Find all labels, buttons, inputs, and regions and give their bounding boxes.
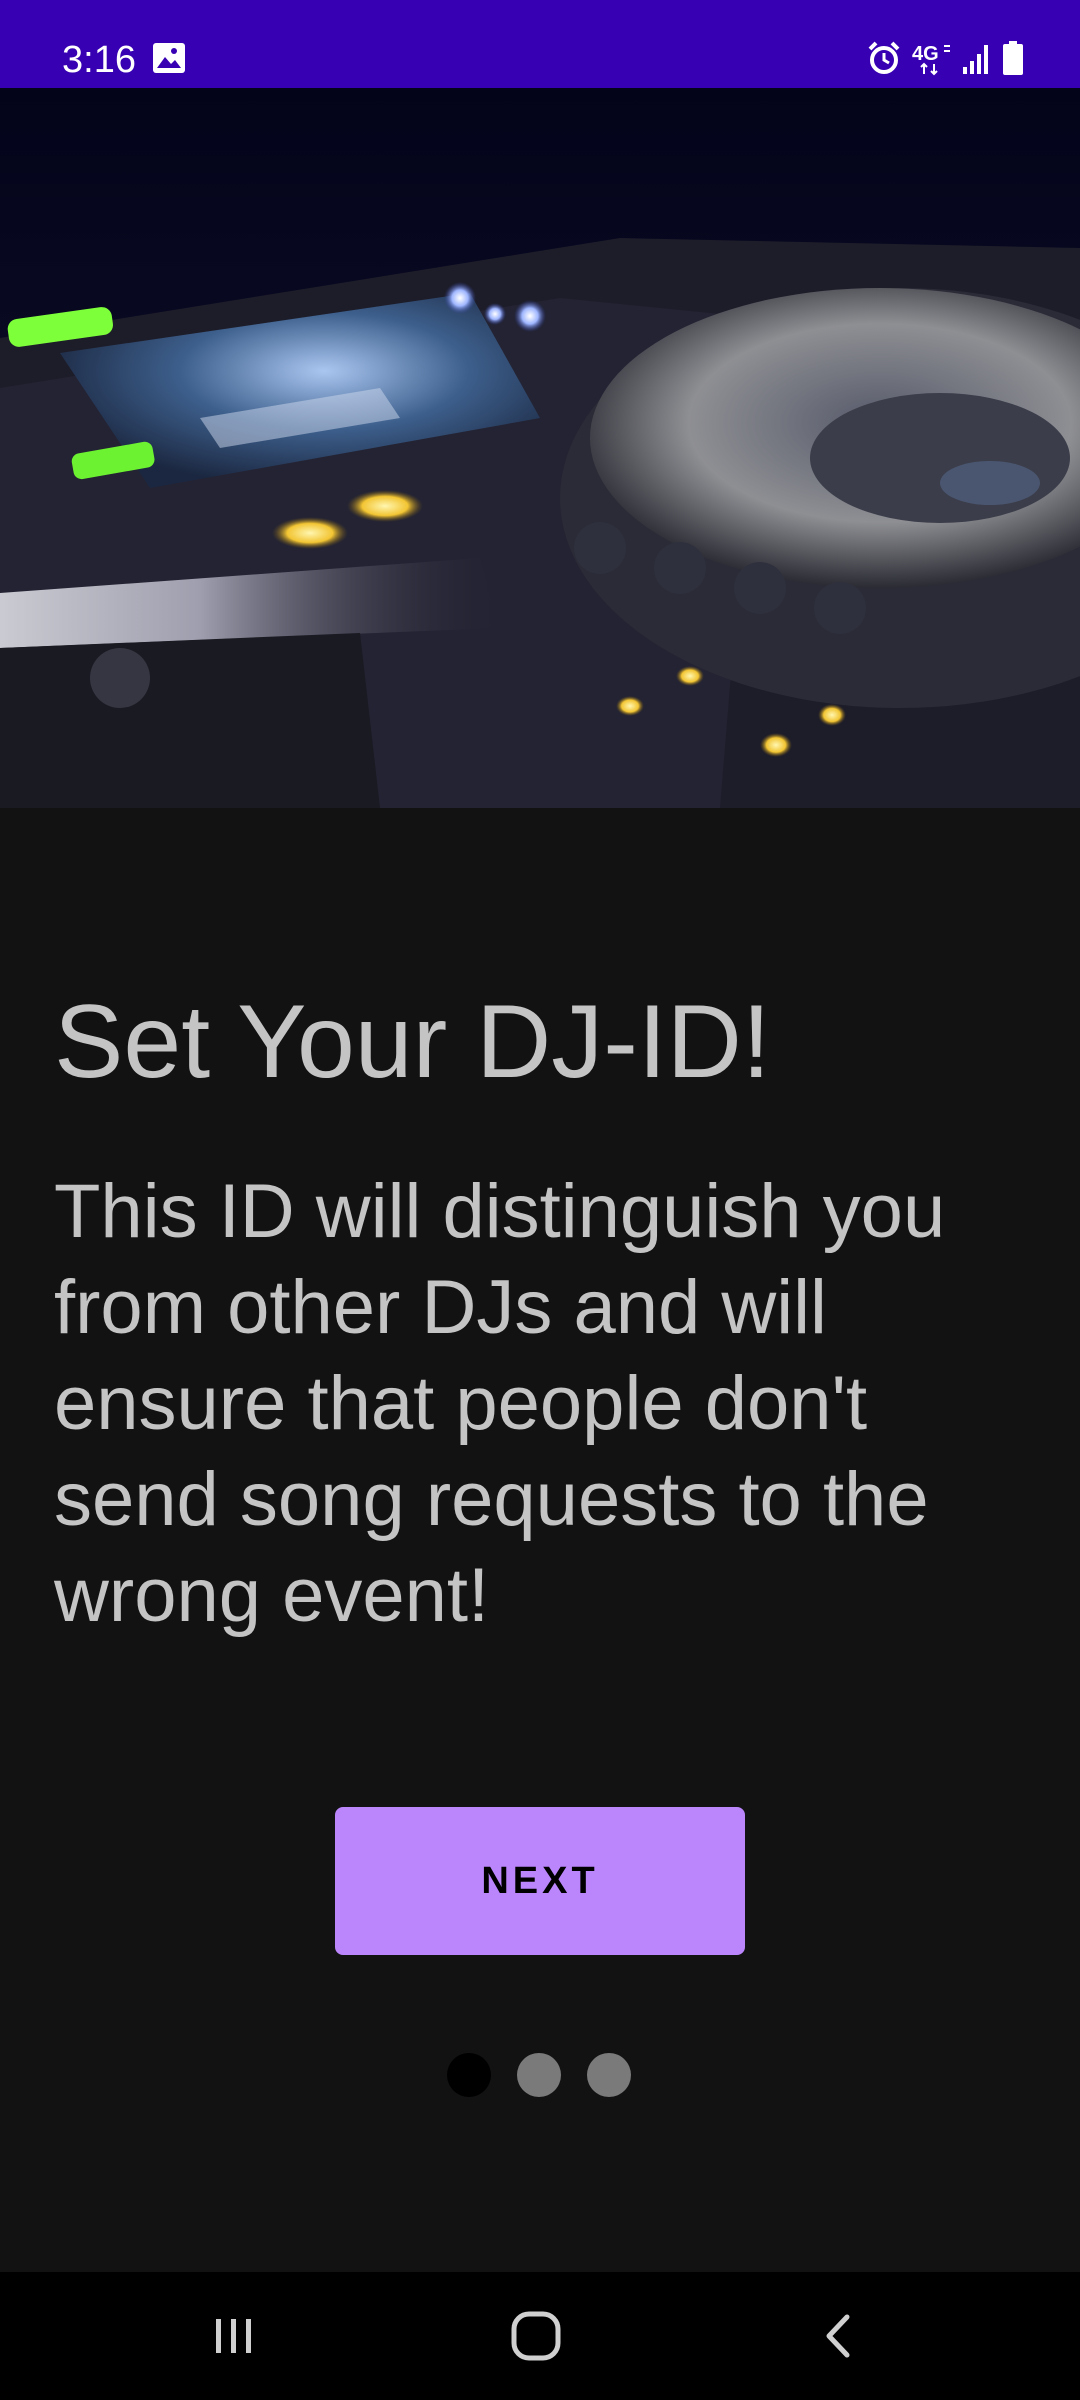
system-nav-bar (0, 2272, 1080, 2400)
onboarding-screen: 3:16 4G Set Your DJ-ID! This ID will dis… (0, 0, 1080, 2400)
page-dot-1[interactable] (447, 2053, 491, 2097)
page-dot-2[interactable] (517, 2053, 561, 2097)
signal-icon (962, 41, 992, 80)
status-time: 3:16 (62, 39, 136, 81)
page-title: Set Your DJ-ID! (54, 984, 771, 1100)
page-indicator (447, 2053, 631, 2097)
lte-4g-icon: 4G (912, 40, 952, 81)
battery-icon (1002, 40, 1024, 81)
onboarding-description: This ID will distinguish you from other … (54, 1169, 946, 1638)
alarm-icon (866, 40, 902, 81)
status-bar: 3:16 4G (0, 0, 1080, 88)
recents-icon[interactable] (194, 2296, 274, 2376)
image-icon (152, 42, 186, 74)
next-button[interactable]: NEXT (335, 1807, 745, 1955)
status-icons: 4G (866, 38, 1024, 82)
home-icon[interactable] (496, 2296, 576, 2376)
back-icon[interactable] (800, 2296, 880, 2376)
dj-turntable-photo (0, 88, 1080, 808)
page-dot-3[interactable] (587, 2053, 631, 2097)
network-label: 4G (912, 43, 939, 65)
